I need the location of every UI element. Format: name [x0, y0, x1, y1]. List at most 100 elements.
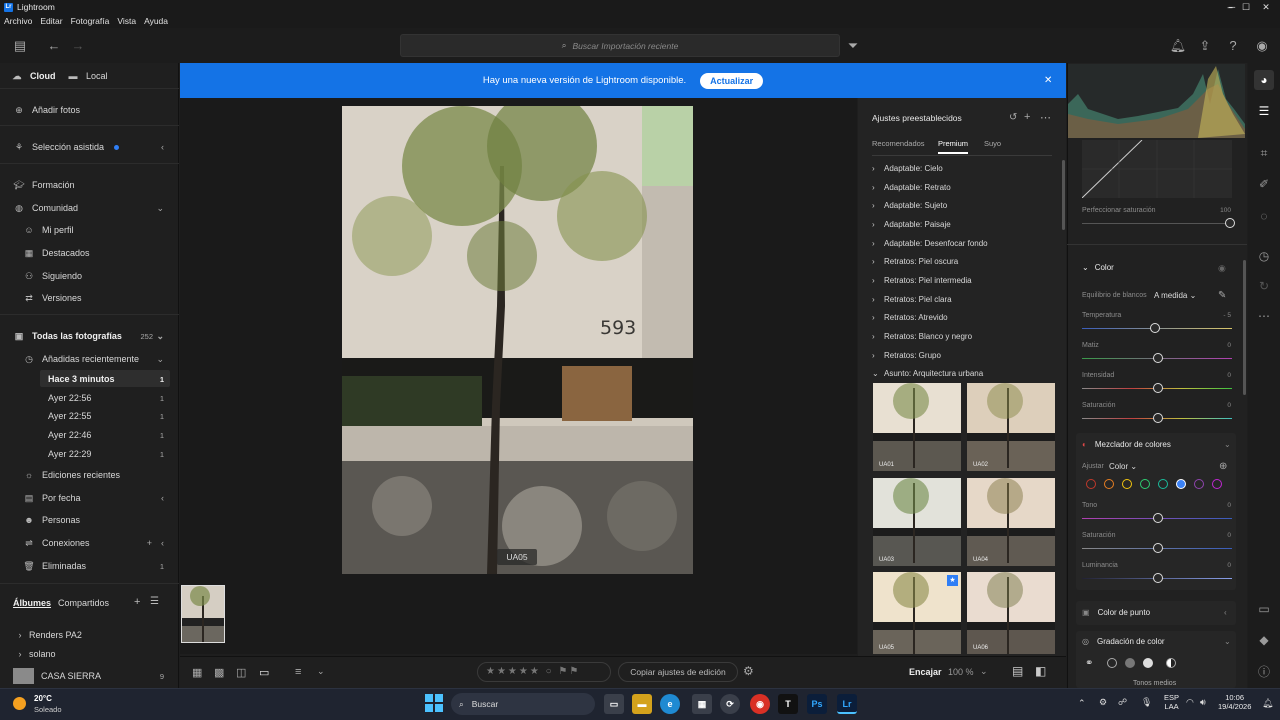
color-swatch[interactable]	[1176, 479, 1186, 489]
preset-thumbnail[interactable]: UA01	[873, 383, 961, 471]
lightroom-taskbar-icon[interactable]: Lr	[837, 694, 857, 714]
volume-icon[interactable]: 🔊︎	[1200, 697, 1206, 708]
mixer-saturation-slider[interactable]	[1153, 543, 1163, 553]
tab-recommended[interactable]: Recomendados	[872, 139, 925, 148]
preset-group[interactable]: › Retratos: Piel clara	[872, 290, 1062, 308]
forward-arrow-icon[interactable]: →	[68, 36, 88, 56]
filmstrip-toggle-icon[interactable]: ▤	[1012, 664, 1023, 678]
close-button[interactable]: ✕	[1252, 0, 1280, 14]
add-preset-icon[interactable]: +	[1024, 111, 1030, 123]
app-icon[interactable]: ⟳	[720, 694, 740, 714]
color-swatch[interactable]	[1140, 479, 1150, 489]
tab-premium[interactable]: Premium	[938, 139, 969, 154]
menu-archivo[interactable]: Archivo	[0, 16, 36, 26]
menu-editar[interactable]: Editar	[36, 16, 66, 26]
comments-icon[interactable]: ▭	[1254, 599, 1274, 619]
photoshop-icon[interactable]: Ps	[807, 694, 827, 714]
sidebar-item-versions[interactable]: ⇄ Versiones	[22, 289, 201, 307]
edge-icon[interactable]: e	[660, 694, 680, 714]
windows-start-icon[interactable]	[425, 694, 443, 712]
preset-thumbnail[interactable]: UA03	[873, 478, 961, 566]
vibrance-slider[interactable]	[1153, 383, 1163, 393]
chevron-down-icon[interactable]: ⌄	[1224, 440, 1231, 449]
wifi-icon[interactable]: ◠	[1186, 697, 1194, 708]
color-swatch[interactable]	[1104, 479, 1114, 489]
tray-network-icon[interactable]: ☍	[1118, 697, 1127, 708]
rating-stars[interactable]: ★★★★★ ○ ⚑⚑	[477, 662, 611, 682]
album-item[interactable]: CASA SIERRA 9	[13, 667, 179, 685]
sidebar-item-all-photos[interactable]: ▣ Todas las fotografías 252 ⌄	[12, 327, 191, 345]
close-banner-icon[interactable]: ✕	[1044, 75, 1052, 86]
midtones-circle-icon[interactable]	[1125, 658, 1135, 668]
color-swatch[interactable]	[1158, 479, 1168, 489]
menu-ayuda[interactable]: Ayuda	[140, 16, 172, 26]
share-icon[interactable]: ⇪	[1195, 36, 1215, 56]
preset-group[interactable]: › Adaptable: Sujeto	[872, 196, 1062, 214]
sidebar-item-assisted-selection[interactable]: ⚘ Selección asistida ‹	[12, 138, 191, 156]
preset-group[interactable]: › Adaptable: Cielo	[872, 159, 1062, 177]
add-photos-button[interactable]: ⊕ Añadir fotos	[12, 101, 191, 119]
taskbar-search[interactable]: ⌕ Buscar	[451, 693, 595, 715]
history-icon[interactable]: ◷	[1254, 246, 1274, 266]
sidebar-item-deleted[interactable]: 🗑︎ Eliminadas 1	[22, 557, 201, 575]
color-grading-header[interactable]: ◎ Gradación de color	[1082, 637, 1165, 646]
language-indicator[interactable]: ESP LAA	[1164, 693, 1179, 711]
visibility-eye-icon[interactable]: ◉	[1218, 263, 1226, 274]
settings-gear-icon[interactable]: ⚙	[743, 664, 754, 678]
shadows-circle-icon[interactable]	[1107, 658, 1117, 668]
grid-medium-icon[interactable]: ▩	[214, 666, 224, 679]
three-way-icon[interactable]: ⚭	[1085, 658, 1093, 669]
preset-thumbnail[interactable]: ★ UA05	[873, 572, 961, 654]
notification-bell-icon[interactable]: 🔔︎	[1262, 698, 1273, 709]
recent-item[interactable]: Hace 3 minutos 1	[48, 370, 169, 388]
crop-icon[interactable]: ⌗	[1254, 143, 1274, 163]
tab-local[interactable]: ▬ Local	[66, 67, 126, 85]
tab-yours[interactable]: Suyo	[984, 139, 1001, 148]
chrome-icon[interactable]: ◉	[750, 694, 770, 714]
preset-group[interactable]: › Retratos: Grupo	[872, 346, 1062, 364]
microphone-icon[interactable]: 🎙︎	[1141, 697, 1152, 708]
fit-label[interactable]: Encajar	[909, 667, 942, 677]
file-explorer-icon[interactable]: ▬	[632, 694, 652, 714]
sidebar-item-following[interactable]: ⚇ Siguiendo	[22, 267, 201, 285]
preset-group[interactable]: › Retratos: Blanco y negro	[872, 327, 1062, 345]
target-adjust-icon[interactable]: ⊕	[1219, 461, 1227, 472]
temperature-slider[interactable]	[1150, 323, 1160, 333]
color-section-header[interactable]: ⌄ Color	[1082, 263, 1114, 272]
task-view-icon[interactable]: ▭	[604, 694, 624, 714]
clock[interactable]: 10:06 19/4/2026	[1218, 693, 1251, 711]
preset-thumbnail[interactable]: UA02	[967, 383, 1055, 471]
sidebar-item-learn[interactable]: 🎓︎ Formación	[12, 176, 191, 194]
sidebar-item-people[interactable]: ☻ Personas	[22, 511, 201, 529]
color-swatch[interactable]	[1212, 479, 1222, 489]
album-folder[interactable]: › Renders PA2	[13, 626, 192, 644]
preset-group[interactable]: › Retratos: Atrevido	[872, 308, 1062, 326]
color-swatch[interactable]	[1086, 479, 1096, 489]
global-circle-icon[interactable]	[1166, 658, 1176, 668]
update-button[interactable]: Actualizar	[700, 72, 764, 89]
main-photo[interactable]	[342, 106, 693, 574]
preset-thumbnail[interactable]: UA04	[967, 478, 1055, 566]
tab-albums[interactable]: Álbumes	[13, 594, 63, 612]
typora-icon[interactable]: T	[778, 694, 798, 714]
more-options-icon[interactable]: ⋯	[1040, 111, 1051, 124]
eyedropper-icon[interactable]: ✎	[1218, 290, 1226, 301]
info-icon[interactable]: ⓘ	[1254, 662, 1274, 682]
tone-curve[interactable]	[1081, 139, 1232, 199]
back-arrow-icon[interactable]: ←	[44, 36, 64, 56]
sidebar-item-community[interactable]: ◍ Comunidad ⌄	[12, 199, 191, 217]
menu-fotografia[interactable]: Fotografía	[67, 16, 114, 26]
compare-icon[interactable]: ◫	[236, 666, 246, 679]
filmstrip-thumbnail[interactable]	[181, 585, 225, 643]
color-swatch[interactable]	[1194, 479, 1204, 489]
tray-app-icon[interactable]: ⚙	[1099, 697, 1107, 708]
healing-icon[interactable]: ✐	[1254, 174, 1274, 194]
more-tools-icon[interactable]: ⋯	[1254, 306, 1274, 326]
masking-icon[interactable]: ◌	[1254, 206, 1274, 226]
album-folder[interactable]: › solano	[13, 645, 192, 663]
panel-toggle-icon[interactable]: ▤	[10, 36, 30, 56]
grid-small-icon[interactable]: ▦	[192, 666, 202, 679]
saturation-slider[interactable]	[1153, 413, 1163, 423]
hue-slider[interactable]	[1153, 513, 1163, 523]
notifications-icon[interactable]: 🔔︎	[1168, 36, 1188, 56]
